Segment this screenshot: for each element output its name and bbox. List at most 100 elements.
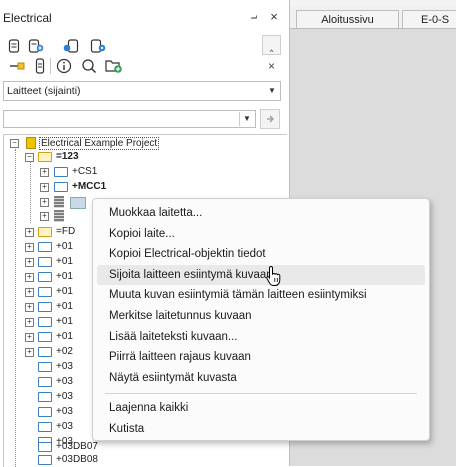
tree-label: +02 — [56, 346, 73, 357]
context-menu: Muokkaa laitetta... Kopioi laite... Kopi… — [92, 198, 430, 441]
add-device-icon[interactable] — [27, 37, 45, 55]
tree-row-root[interactable]: − Electrical Example Project — [4, 137, 284, 150]
menu-item-edit-device[interactable]: Muokkaa laitetta... — [97, 203, 425, 223]
tree-label: +MCC1 — [72, 181, 107, 192]
folder-icon — [38, 227, 52, 237]
menu-item-show-occurrences[interactable]: Näytä esiintymät kuvasta — [97, 368, 425, 388]
tree-label: +03 — [56, 361, 73, 372]
expand-toggle[interactable]: + — [25, 258, 34, 267]
collapse-toggle[interactable]: − — [10, 139, 19, 148]
terminal-icon[interactable] — [31, 57, 49, 75]
expand-toggle[interactable]: + — [25, 333, 34, 342]
tree-row[interactable]: +03 — [4, 361, 94, 374]
collapse-toggle[interactable]: − — [25, 153, 34, 162]
device-settings-icon[interactable] — [89, 37, 107, 55]
expand-toggle[interactable]: + — [40, 212, 49, 221]
chevron-down-icon[interactable]: ▼ — [239, 112, 254, 126]
tree-label: =123 — [56, 151, 79, 162]
folder-icon — [38, 392, 52, 402]
tree-row[interactable]: +03 — [4, 421, 94, 434]
side-close-button[interactable]: × — [263, 57, 280, 75]
tree-label: +03 — [56, 391, 73, 402]
expand-toggle[interactable]: + — [25, 288, 34, 297]
pin-icon[interactable]: ⨼ — [247, 10, 261, 24]
tree-row[interactable]: +03DB08 — [4, 454, 204, 467]
tree-label: +03 — [56, 406, 73, 417]
chevron-down-icon: ▼ — [268, 86, 276, 95]
new-folder-icon[interactable] — [105, 57, 123, 75]
tree-row[interactable]: +03 — [4, 376, 94, 389]
tree-row[interactable]: +03 — [4, 406, 94, 419]
expand-toggle[interactable]: + — [25, 303, 34, 312]
menu-item-draw-boundary[interactable]: Piirrä laitteen rajaus kuvaan — [97, 347, 425, 367]
panel-header: Electrical ⨼ × — [0, 6, 289, 28]
folder-icon — [38, 455, 52, 465]
tree-row[interactable]: + +01 — [4, 301, 94, 314]
tree-row-device[interactable]: + — [4, 196, 94, 209]
expand-toggle[interactable]: + — [25, 273, 34, 282]
tree-row[interactable]: + +01 — [4, 331, 94, 344]
menu-item-place-occurrence[interactable]: Sijoita laitteen esiintymä kuvaan — [97, 265, 425, 285]
tree-label: +01 — [56, 271, 73, 282]
tree-row[interactable]: + +01 — [4, 256, 94, 269]
tree-row[interactable]: +03DB07 — [4, 441, 204, 454]
expand-toggle[interactable]: + — [40, 198, 49, 207]
tree-row[interactable]: + +02 — [4, 346, 94, 359]
collapse-toolbar-button[interactable]: ‸ — [262, 35, 281, 55]
tree-label: +01 — [56, 241, 73, 252]
folder-icon — [38, 377, 52, 387]
menu-item-copy-object-data[interactable]: Kopioi Electrical-objektin tiedot — [97, 244, 425, 264]
expand-toggle[interactable]: + — [25, 228, 34, 237]
menu-item-mark-device-id[interactable]: Merkitse laitetunnus kuvaan — [97, 306, 425, 326]
tree-label: +01 — [56, 316, 73, 327]
tree-row-device[interactable]: + — [4, 210, 94, 223]
panel-close-icon[interactable]: × — [267, 9, 281, 24]
hand-cursor-icon — [266, 265, 281, 286]
tree-label: +CS1 — [72, 166, 98, 177]
tree-label: +01 — [56, 286, 73, 297]
expand-toggle[interactable]: + — [25, 348, 34, 357]
folder-icon — [38, 422, 52, 432]
tree-row[interactable]: − =123 — [4, 151, 284, 164]
device-list-icon[interactable] — [5, 37, 23, 55]
chevron-up-icon: ‸ — [269, 38, 274, 52]
menu-item-convert-occurrences[interactable]: Muuta kuvan esiintymiä tämän laitteen es… — [97, 285, 425, 305]
tree-row[interactable]: + +01 — [4, 241, 94, 254]
tree-row[interactable]: +03 — [4, 391, 94, 404]
filter-input[interactable]: ▼ — [3, 110, 256, 128]
view-select[interactable]: Laitteet (sijainti) ▼ — [3, 81, 281, 101]
tree-label: +03 — [56, 421, 73, 432]
expand-toggle[interactable]: + — [25, 243, 34, 252]
tree-row[interactable]: + =FD — [4, 226, 94, 239]
tab-document[interactable]: E-0-S — [402, 10, 456, 28]
tree-row[interactable]: + +01 — [4, 286, 94, 299]
menu-item-expand-all[interactable]: Laajenna kaikki — [97, 398, 425, 418]
tree-row[interactable]: + +01 — [4, 316, 94, 329]
cable-icon[interactable] — [8, 57, 26, 75]
menu-item-copy-device[interactable]: Kopioi laite... — [97, 224, 425, 244]
expand-toggle[interactable]: + — [40, 168, 49, 177]
tree-label: Electrical Example Project — [39, 137, 160, 150]
folder-icon — [38, 152, 52, 162]
tree-row[interactable]: + +CS1 — [4, 166, 284, 179]
menu-item-collapse[interactable]: Kutista — [97, 419, 425, 439]
expand-toggle[interactable]: + — [25, 318, 34, 327]
filter-apply-button[interactable] — [260, 109, 280, 129]
tab-start-page[interactable]: Aloitussivu — [296, 10, 399, 28]
folder-icon — [38, 287, 52, 297]
folder-icon — [38, 272, 52, 282]
tree-label: +01 — [56, 256, 73, 267]
device-icon — [54, 210, 64, 222]
tree-label: =FD — [56, 226, 76, 237]
tree-row[interactable]: + +MCC1 — [4, 181, 284, 194]
expand-toggle[interactable]: + — [40, 183, 49, 192]
menu-item-add-device-text[interactable]: Lisää laiteteksti kuvaan... — [97, 327, 425, 347]
tree-label: +01 — [56, 331, 73, 342]
info-icon[interactable] — [55, 57, 73, 75]
device-link-icon[interactable] — [62, 37, 80, 55]
tree-row[interactable]: + +01 — [4, 271, 94, 284]
folder-icon — [38, 332, 52, 342]
search-icon[interactable] — [80, 57, 98, 75]
folder-icon — [38, 347, 52, 357]
folder-icon — [38, 442, 52, 452]
